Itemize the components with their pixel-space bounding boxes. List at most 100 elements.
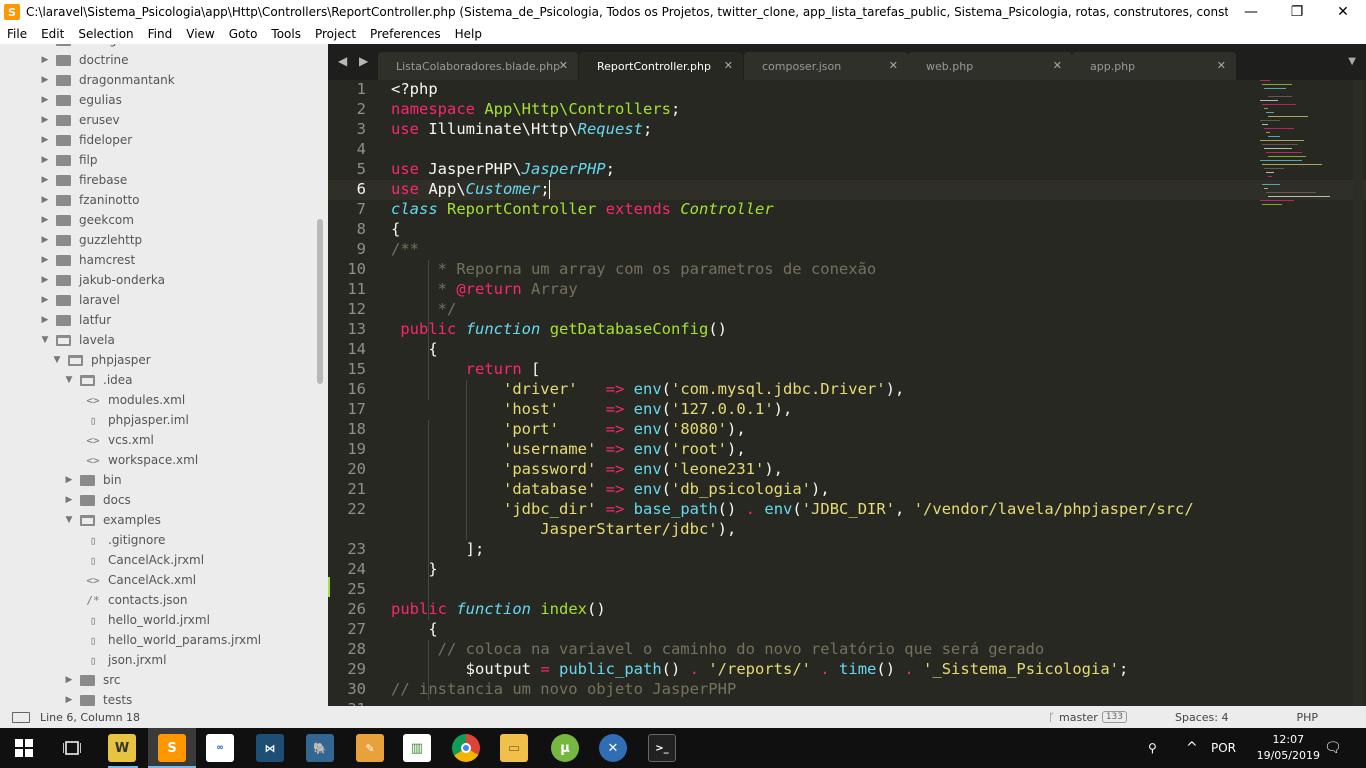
chevron-right-icon[interactable]: ▶ (40, 235, 50, 245)
menu-selection[interactable]: Selection (71, 27, 140, 41)
tree-file-item[interactable]: <> vcs.xml (86, 430, 154, 450)
maker-icon[interactable]: ∞ (206, 734, 234, 762)
clock[interactable]: 12:07 19/05/2019 (1257, 732, 1320, 764)
tree-folder-item[interactable]: ▶ geekcom (40, 210, 134, 230)
tab-menu-icon[interactable]: ▼ (1348, 56, 1356, 67)
chevron-right-icon[interactable]: ▶ (40, 255, 50, 265)
syntax-setting[interactable]: PHP (1296, 711, 1318, 724)
menu-goto[interactable]: Goto (222, 27, 265, 41)
menu-help[interactable]: Help (448, 27, 489, 41)
tab-close-icon[interactable]: ✕ (1053, 59, 1062, 72)
tree-file-item[interactable]: ▯ hello_world.jrxml (86, 610, 210, 630)
tree-file-item[interactable]: ▯ json.jrxml (86, 650, 167, 670)
chevron-right-icon[interactable]: ▶ (64, 475, 74, 485)
tab-close-icon[interactable]: ✕ (1217, 59, 1226, 72)
tree-folder-item[interactable]: ▶ firebase (40, 170, 128, 190)
tab-close-icon[interactable]: ✕ (724, 59, 733, 72)
tree-file-item[interactable]: /* contacts.json (86, 590, 187, 610)
sidebar-scrollbar[interactable] (317, 219, 323, 384)
people-icon[interactable]: ⚲ (1148, 728, 1157, 768)
close-button[interactable]: ✕ (1320, 0, 1366, 24)
tree-folder-item[interactable]: ▶ laravel (40, 290, 120, 310)
editor-scrollbar[interactable] (1353, 80, 1363, 706)
tree-folder-item[interactable]: ▼ lavela (40, 330, 115, 350)
git-branch[interactable]: master (1059, 711, 1098, 724)
chevron-right-icon[interactable]: ▶ (64, 675, 74, 685)
maximize-button[interactable]: ❐ (1274, 0, 1320, 24)
tree-folder-item[interactable]: ▶ doctrine (40, 50, 129, 70)
tree-file-item[interactable]: ▯ hello_world_params.jrxml (86, 630, 261, 650)
chevron-right-icon[interactable]: ▶ (40, 115, 50, 125)
chevron-right-icon[interactable]: ▶ (40, 195, 50, 205)
utorrent-icon[interactable]: µ (551, 734, 579, 762)
chevron-right-icon[interactable]: ▶ (40, 175, 50, 185)
chevron-right-icon[interactable]: ▶ (40, 215, 50, 225)
windows-start-icon[interactable] (10, 734, 38, 762)
tree-folder-item[interactable]: ▶ latfur (40, 310, 112, 330)
tree-folder-item[interactable]: ▶ egulias (40, 90, 122, 110)
editor-tab[interactable]: ReportController.php ✕ (579, 52, 743, 80)
chevron-right-icon[interactable]: ▶ (40, 155, 50, 165)
chevron-right-icon[interactable]: ▶ (40, 95, 50, 105)
menu-tools[interactable]: Tools (264, 27, 308, 41)
chevron-right-icon[interactable]: ▶ (40, 75, 50, 85)
chevron-right-icon[interactable]: ▶ (40, 275, 50, 285)
chevron-right-icon[interactable]: ▶ (40, 135, 50, 145)
chevron-right-icon[interactable]: ▶ (64, 695, 74, 705)
tree-folder-item[interactable]: ▶ erusev (40, 110, 120, 130)
language-indicator[interactable]: POR (1211, 728, 1236, 768)
chevron-up-icon[interactable]: ^ (1186, 728, 1198, 768)
notifications-icon[interactable]: 🗨 (1324, 728, 1342, 768)
chevron-right-icon[interactable]: ▶ (40, 44, 50, 45)
tree-folder-item[interactable]: ▶ dragonmantank (40, 70, 175, 90)
tab-close-icon[interactable]: ✕ (889, 59, 898, 72)
tree-folder-item[interactable]: ▶ bin (64, 470, 122, 490)
paint-icon[interactable]: ✎ (356, 734, 384, 762)
task-view-icon[interactable] (58, 734, 86, 762)
editor-tab[interactable]: composer.json ✕ (744, 52, 908, 80)
editor-tab[interactable]: app.php ✕ (1072, 52, 1236, 80)
menu-find[interactable]: Find (141, 27, 180, 41)
chevron-down-icon[interactable]: ▼ (40, 335, 50, 345)
menu-edit[interactable]: Edit (34, 27, 71, 41)
mysql-workbench-icon[interactable]: ⋈ (256, 734, 284, 762)
tree-file-item[interactable]: <> modules.xml (86, 390, 185, 410)
tab-close-icon[interactable]: ✕ (559, 59, 568, 72)
minimap[interactable] (1260, 80, 1340, 205)
minimize-button[interactable]: — (1228, 0, 1274, 24)
chevron-down-icon[interactable]: ▼ (64, 515, 74, 525)
editor-tab[interactable]: web.php ✕ (908, 52, 1072, 80)
panel-toggle-icon[interactable] (12, 711, 30, 723)
tree-file-item[interactable]: <> workspace.xml (86, 450, 198, 470)
chrome-icon[interactable] (452, 734, 480, 762)
chevron-down-icon[interactable]: ▼ (64, 375, 74, 385)
file-explorer-icon[interactable]: ▭ (500, 734, 528, 762)
chart-app-icon[interactable]: ▥ (403, 734, 431, 762)
menu-project[interactable]: Project (308, 27, 363, 41)
tree-folder-item[interactable]: ▶ hamcrest (40, 250, 136, 270)
tree-file-item[interactable]: ▯ .gitignore (86, 530, 166, 550)
chevron-down-icon[interactable]: ▼ (52, 355, 62, 365)
tree-file-item[interactable]: ▯ phpjasper.iml (86, 410, 189, 430)
tree-folder-item[interactable]: ▼ phpjasper (52, 350, 151, 370)
chevron-right-icon[interactable]: ▶ (40, 315, 50, 325)
menu-view[interactable]: View (179, 27, 221, 41)
postgresql-icon[interactable]: 🐘 (306, 734, 334, 762)
chevron-right-icon[interactable]: ▶ (40, 55, 50, 65)
wamp-icon[interactable]: W (108, 734, 136, 762)
indentation-setting[interactable]: Spaces: 4 (1175, 711, 1228, 724)
tree-file-item[interactable]: <> CancelAck.xml (86, 570, 196, 590)
tree-folder-item[interactable]: ▼ examples (64, 510, 161, 530)
editor-tab[interactable]: ListaColaboradores.blade.php ✕ (378, 52, 578, 80)
tab-nav-arrows[interactable]: ◀ ▶ (338, 54, 372, 68)
tree-folder-item[interactable]: ▶ fideloper (40, 130, 133, 150)
code-editor[interactable]: <?php namespace App\Http\Controllers; us… (328, 80, 1366, 706)
menu-file[interactable]: File (0, 27, 34, 41)
tools-icon[interactable]: ✕ (599, 734, 627, 762)
tree-folder-item[interactable]: ▶ src (64, 670, 121, 690)
tree-folder-item[interactable]: ▶ filp (40, 150, 98, 170)
tree-folder-item[interactable]: ▶ fzaninotto (40, 190, 140, 210)
chevron-right-icon[interactable]: ▶ (64, 495, 74, 505)
sublime-text-taskbar-icon[interactable]: S (158, 734, 186, 762)
chevron-right-icon[interactable]: ▶ (40, 295, 50, 305)
